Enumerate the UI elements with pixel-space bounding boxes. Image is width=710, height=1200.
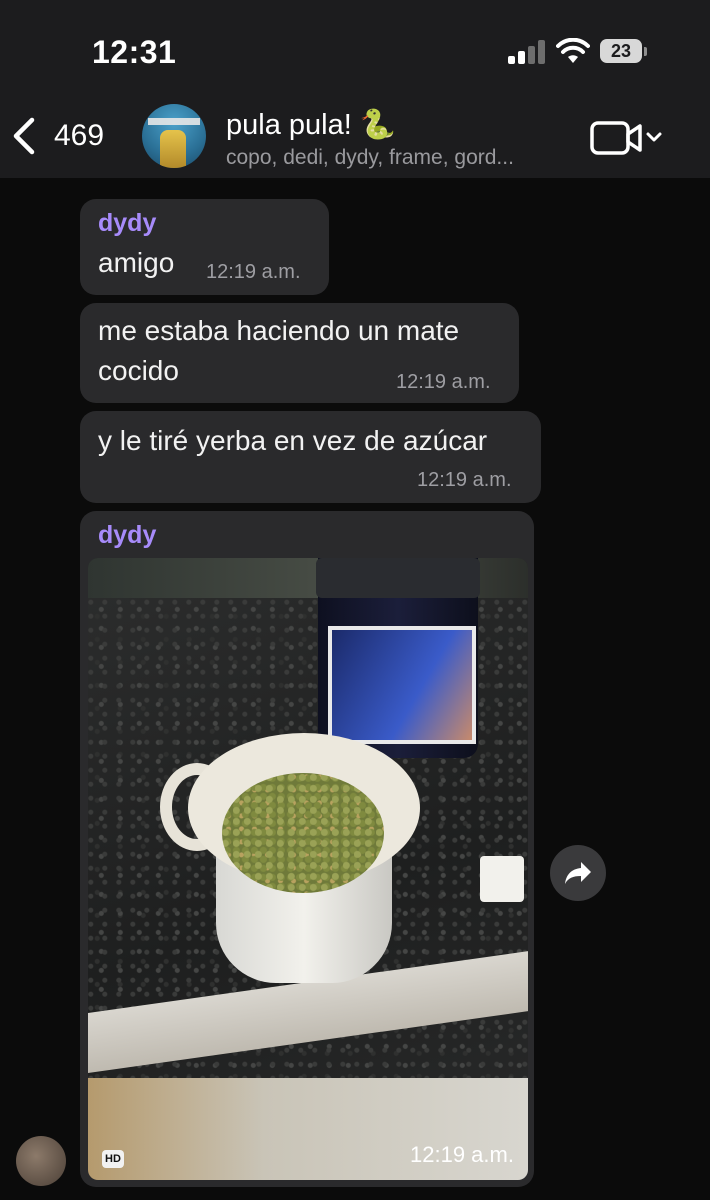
forward-button[interactable] <box>550 845 606 901</box>
chat-members: copo, dedi, dydy, frame, gord... <box>226 146 514 169</box>
message-bubble[interactable]: dydy amigo 12:19 a.m. <box>80 199 329 295</box>
cellular-signal-icon <box>508 40 545 64</box>
group-avatar[interactable] <box>142 104 206 168</box>
chat-title: pula pula! 🐍 <box>226 109 396 141</box>
chevron-down-icon <box>646 132 662 142</box>
clock: 12:31 <box>92 34 177 70</box>
wifi-icon <box>556 38 590 63</box>
message-text-line-2: cocido <box>98 355 179 386</box>
hd-badge: HD <box>102 1150 124 1168</box>
message-time: 12:19 a.m. <box>417 469 512 491</box>
status-bar: 12:31 23 <box>0 0 710 100</box>
unread-count: 469 <box>54 119 105 152</box>
message-text: amigo <box>98 247 175 278</box>
sender-avatar[interactable] <box>16 1136 66 1186</box>
photo-attachment[interactable]: HD 12:19 a.m. <box>88 558 528 1180</box>
message-time: 12:19 a.m. <box>396 371 491 393</box>
video-call-button[interactable] <box>590 120 664 156</box>
chevron-left-icon <box>13 117 35 155</box>
sender-name[interactable]: dydy <box>98 521 156 550</box>
sender-name[interactable]: dydy <box>98 209 156 238</box>
message-text: y le tiré yerba en vez de azúcar <box>98 425 488 456</box>
message-bubble[interactable]: y le tiré yerba en vez de azúcar 12:19 a… <box>80 411 541 503</box>
chat-info[interactable]: pula pula! 🐍 copo, dedi, dydy, frame, go… <box>226 108 566 170</box>
battery-level: 23 <box>600 39 642 63</box>
message-time: 12:19 a.m. <box>410 1142 514 1167</box>
message-text-line-1: me estaba haciendo un mate <box>98 315 460 346</box>
chat-header: 469 pula pula! 🐍 copo, dedi, dydy, frame… <box>0 100 710 178</box>
message-bubble[interactable]: me estaba haciendo un mate cocido 12:19 … <box>80 303 519 403</box>
back-button[interactable]: 469 <box>10 114 130 158</box>
message-time: 12:19 a.m. <box>206 261 301 283</box>
battery-icon: 23 <box>600 39 648 65</box>
share-arrow-icon <box>565 862 591 884</box>
